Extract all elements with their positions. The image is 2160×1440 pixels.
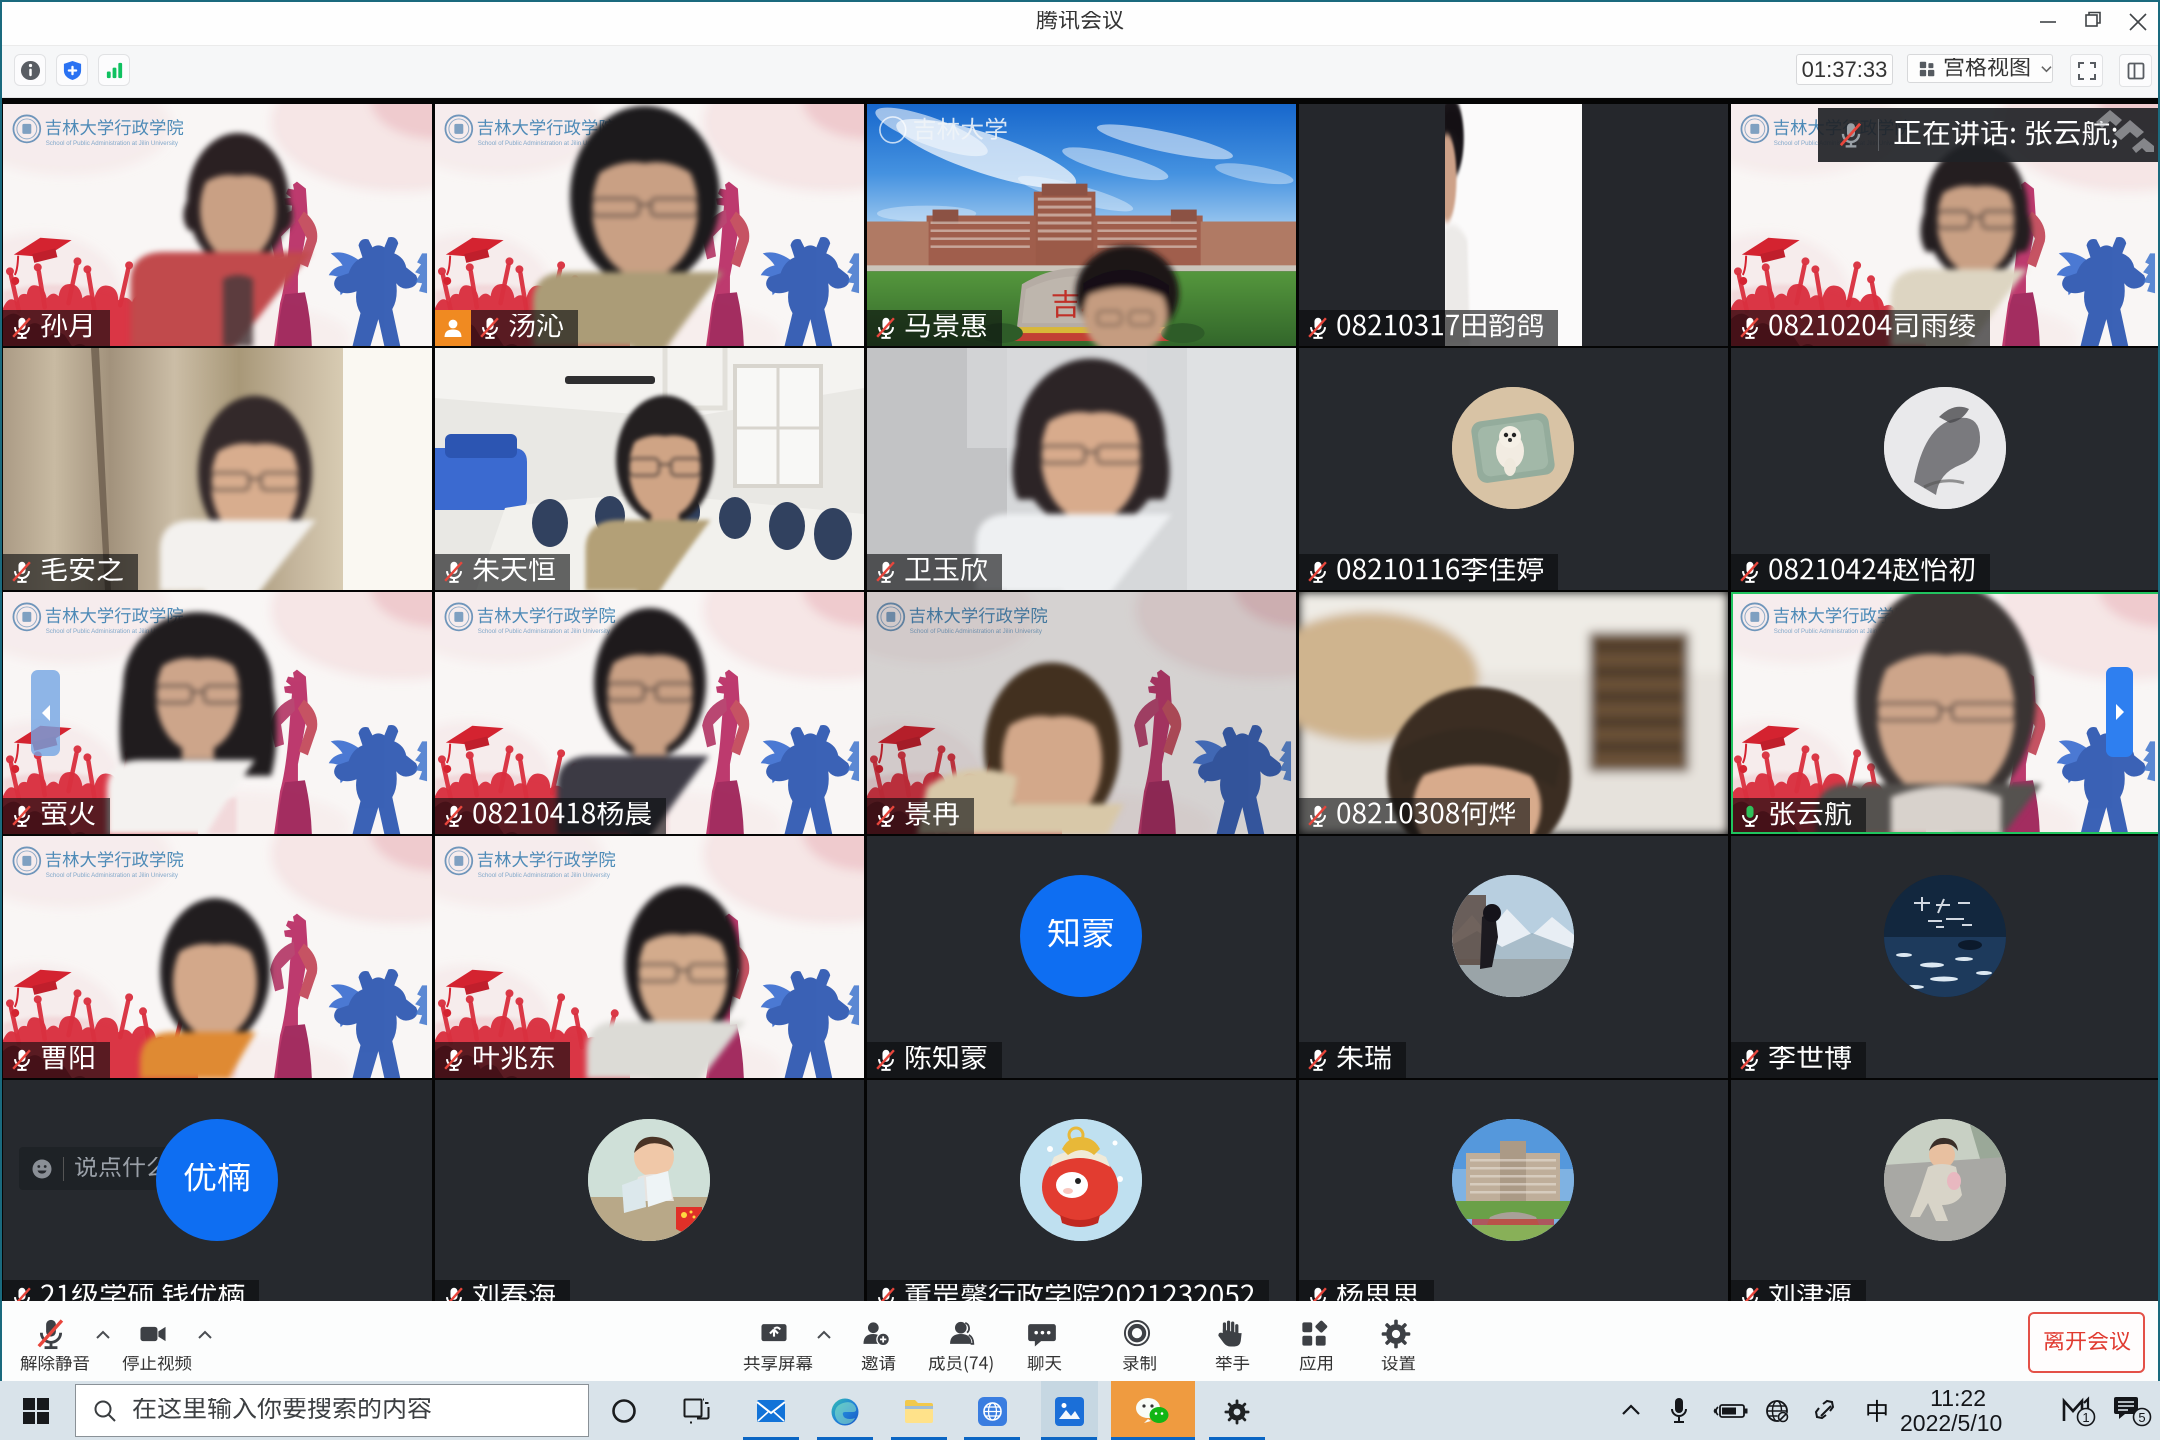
svg-text:5: 5 bbox=[2138, 1410, 2145, 1425]
svg-text:1: 1 bbox=[2082, 1410, 2089, 1425]
